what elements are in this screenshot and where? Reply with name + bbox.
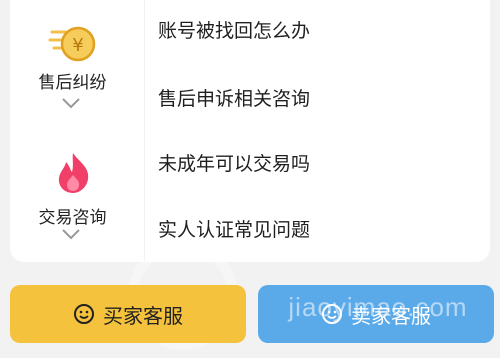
faq-item[interactable]: 账号被找回怎么办 bbox=[158, 16, 310, 43]
flame-icon bbox=[58, 153, 88, 193]
faq-item[interactable]: 未成年可以交易吗 bbox=[158, 149, 310, 176]
category-label: 交易咨询 bbox=[38, 208, 107, 228]
seller-service-button[interactable]: 卖家客服 bbox=[258, 285, 494, 343]
chevron-down-icon[interactable] bbox=[60, 96, 82, 110]
svg-text:¥: ¥ bbox=[72, 35, 83, 56]
category-after-sales[interactable]: ¥ 售后纠纷 bbox=[10, 0, 135, 131]
smiley-icon bbox=[322, 304, 342, 324]
category-trade-consult[interactable]: 交易咨询 bbox=[10, 131, 135, 262]
divider bbox=[144, 0, 145, 262]
buyer-service-label: 买家客服 bbox=[103, 303, 183, 328]
yen-coin-icon: ¥ bbox=[48, 26, 95, 62]
buyer-service-button[interactable]: 买家客服 bbox=[10, 285, 246, 343]
smiley-icon bbox=[74, 304, 94, 324]
seller-service-label: 卖家客服 bbox=[351, 303, 431, 328]
faq-card: ¥ 售后纠纷 交易咨询 账号被找回怎么办 售后申诉相关咨询 未成年可以交易吗 实… bbox=[10, 0, 490, 262]
faq-item[interactable]: 实人认证常见问题 bbox=[158, 215, 310, 242]
faq-item[interactable]: 售后申诉相关咨询 bbox=[158, 84, 310, 111]
category-label: 售后纠纷 bbox=[38, 73, 107, 93]
chevron-down-icon[interactable] bbox=[60, 227, 82, 241]
